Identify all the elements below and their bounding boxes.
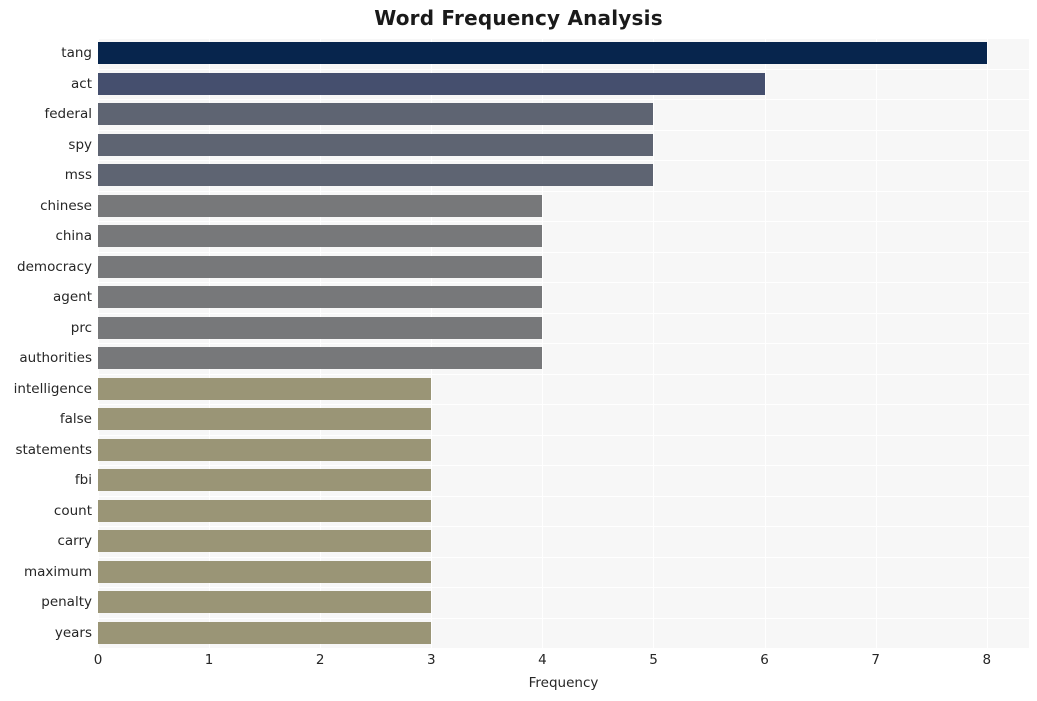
plot-area [98, 38, 1029, 648]
bar-carry[interactable] [98, 530, 432, 553]
bar-agent[interactable] [98, 286, 543, 309]
x-axis-tick-7: 7 [871, 652, 880, 668]
bar-tang[interactable] [98, 42, 987, 65]
bar-spy[interactable] [98, 133, 654, 156]
bar-mss[interactable] [98, 164, 654, 187]
bar-intelligence[interactable] [98, 377, 432, 400]
y-axis-label-penalty: penalty [41, 594, 92, 611]
bar-federal[interactable] [98, 103, 654, 126]
x-axis-tick-6: 6 [760, 652, 769, 668]
bar-democracy[interactable] [98, 255, 543, 278]
y-axis-label-intelligence: intelligence [13, 380, 92, 397]
y-axis-label-mss: mss [64, 167, 92, 184]
y-axis-label-authorities: authorities [19, 350, 92, 367]
y-axis-label-tang: tang [61, 45, 92, 62]
y-axis-label-fbi: fbi [74, 472, 92, 489]
bar-fbi[interactable] [98, 469, 432, 492]
y-axis-label-count: count [53, 502, 92, 519]
y-axis-label-federal: federal [44, 106, 92, 123]
word-frequency-chart: Word Frequency Analysis tang act federal sp… [0, 0, 1037, 701]
chart-title: Word Frequency Analysis [374, 6, 663, 30]
bar-false[interactable] [98, 408, 432, 431]
x-axis-tick-4: 4 [538, 652, 547, 668]
y-axis-label-prc: prc [70, 319, 92, 336]
bar-years[interactable] [98, 621, 432, 644]
y-axis-label-statements: statements [15, 441, 92, 458]
x-axis-tick-labels: 0 1 2 3 4 5 6 7 8 [0, 652, 1037, 674]
y-axis-label-china: china [55, 228, 92, 245]
y-axis-label-democracy: democracy [17, 258, 92, 275]
y-axis-label-agent: agent [53, 289, 92, 306]
y-axis-label-years: years [54, 624, 92, 641]
y-axis-label-false: false [59, 411, 92, 428]
x-axis-tick-8: 8 [982, 652, 992, 668]
y-axis-labels: tang act federal spy mss chinese china democrac… [0, 38, 92, 648]
y-axis-label-chinese: chinese [40, 197, 92, 214]
bar-count[interactable] [98, 499, 432, 522]
y-axis-label-maximum: maximum [23, 563, 92, 580]
bars-layer [98, 38, 1029, 648]
bar-maximum[interactable] [98, 560, 432, 583]
bar-penalty[interactable] [98, 591, 432, 614]
bar-prc[interactable] [98, 316, 543, 339]
bar-chinese[interactable] [98, 194, 543, 217]
y-axis-label-act: act [71, 75, 92, 92]
y-axis-label-spy: spy [68, 136, 92, 153]
bar-authorities[interactable] [98, 347, 543, 370]
x-axis-title: Frequency [528, 675, 599, 691]
x-axis-tick-5: 5 [649, 652, 658, 668]
x-axis-tick-2: 2 [315, 652, 325, 668]
x-axis-tick-1: 1 [204, 652, 214, 668]
bar-china[interactable] [98, 225, 543, 248]
y-axis-label-carry: carry [57, 533, 92, 550]
x-axis-tick-3: 3 [426, 652, 436, 668]
x-axis-tick-0: 0 [93, 652, 103, 668]
bar-act[interactable] [98, 72, 765, 95]
bar-statements[interactable] [98, 438, 432, 461]
